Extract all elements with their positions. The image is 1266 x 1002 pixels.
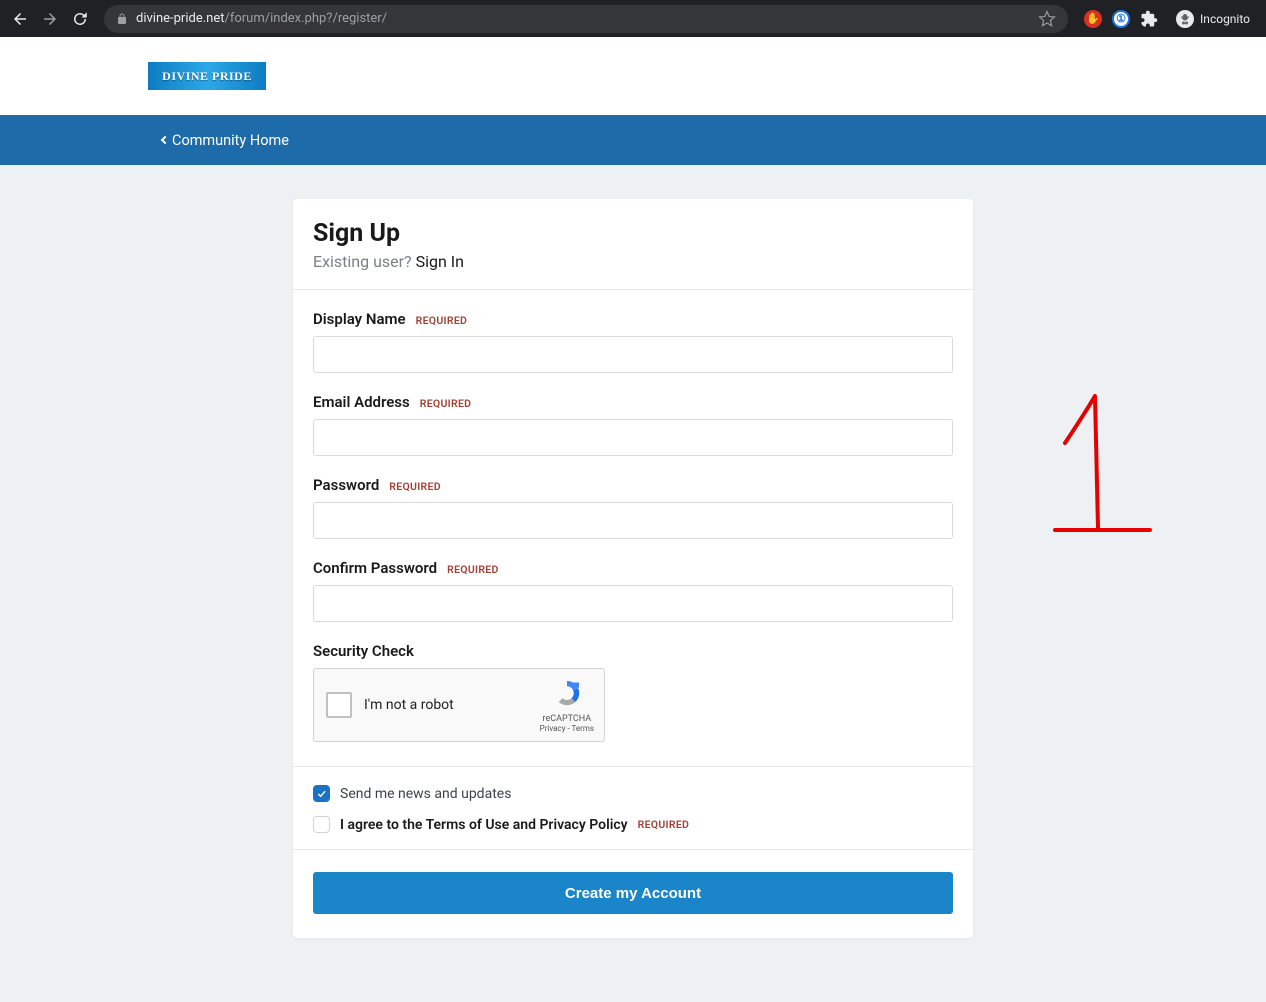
required-badge: REQUIRED — [447, 563, 499, 576]
security-check-label: Security Check — [313, 642, 414, 660]
existing-user-text: Existing user? Sign In — [313, 252, 953, 271]
recaptcha-widget: I'm not a robot reCAPTCHA Privacy - Term… — [313, 668, 605, 742]
back-button[interactable] — [8, 7, 32, 31]
recaptcha-brand: reCAPTCHA — [540, 714, 594, 724]
terms-row: I agree to the Terms of Use and Privacy … — [313, 816, 953, 833]
required-badge: REQUIRED — [416, 314, 468, 327]
confirm-password-field: Confirm Password REQUIRED — [313, 559, 953, 622]
page-title: Sign Up — [313, 219, 953, 248]
recaptcha-logo-icon — [552, 678, 582, 708]
community-home-label: Community Home — [172, 132, 289, 149]
extensions-puzzle-icon[interactable] — [1140, 10, 1158, 28]
required-badge: REQUIRED — [638, 818, 690, 831]
chevron-left-icon — [161, 136, 169, 144]
display-name-input[interactable] — [313, 336, 953, 373]
email-field: Email Address REQUIRED — [313, 393, 953, 456]
community-home-link[interactable]: Community Home — [162, 132, 289, 149]
newsletter-row: Send me news and updates — [313, 785, 953, 802]
email-label: Email Address — [313, 393, 410, 411]
incognito-badge: Incognito — [1168, 10, 1258, 28]
consent-section: Send me news and updates I agree to the … — [293, 766, 973, 850]
extension-icons: ✋ ① — [1080, 10, 1162, 28]
terms-checkbox[interactable] — [313, 816, 330, 833]
bookmark-star-icon[interactable] — [1038, 10, 1056, 28]
reload-button[interactable] — [68, 7, 92, 31]
check-icon — [316, 788, 327, 799]
lock-icon — [116, 13, 128, 25]
display-name-label: Display Name — [313, 310, 406, 328]
extension-ublock-icon[interactable]: ✋ — [1084, 10, 1102, 28]
required-badge: REQUIRED — [389, 480, 441, 493]
reload-icon — [71, 10, 89, 28]
browser-toolbar: divine-pride.net/forum/index.php?/regist… — [0, 0, 1266, 37]
password-label: Password — [313, 476, 379, 494]
newsletter-checkbox[interactable] — [313, 785, 330, 802]
recaptcha-checkbox[interactable] — [326, 692, 352, 718]
display-name-field: Display Name REQUIRED — [313, 310, 953, 373]
privacy-policy-link[interactable]: Privacy Policy — [539, 817, 627, 833]
card-footer: Create my Account — [293, 850, 973, 938]
site-header: DIVINE PRIDE — [0, 37, 1266, 115]
recaptcha-links: Privacy - Terms — [540, 724, 594, 733]
confirm-password-label: Confirm Password — [313, 559, 437, 577]
recaptcha-label: I'm not a robot — [364, 697, 454, 713]
password-input[interactable] — [313, 502, 953, 539]
required-badge: REQUIRED — [420, 397, 472, 410]
create-account-button[interactable]: Create my Account — [313, 872, 953, 914]
confirm-password-input[interactable] — [313, 585, 953, 622]
incognito-label: Incognito — [1200, 12, 1250, 26]
extension-onepassword-icon[interactable]: ① — [1112, 10, 1130, 28]
site-logo[interactable]: DIVINE PRIDE — [148, 62, 266, 90]
arrow-left-icon — [11, 10, 29, 28]
card-header: Sign Up Existing user? Sign In — [293, 199, 973, 290]
url-text: divine-pride.net/forum/index.php?/regist… — [136, 11, 387, 26]
security-check-field: Security Check I'm not a robot reCAPTCHA — [313, 642, 953, 742]
forward-button[interactable] — [38, 7, 62, 31]
terms-of-use-link[interactable]: Terms of Use — [426, 817, 510, 833]
incognito-icon — [1176, 10, 1194, 28]
sign-in-link[interactable]: Sign In — [416, 252, 464, 271]
newsletter-label: Send me news and updates — [340, 786, 511, 802]
secondary-nav: Community Home — [0, 115, 1266, 165]
address-bar[interactable]: divine-pride.net/forum/index.php?/regist… — [104, 5, 1068, 33]
password-field: Password REQUIRED — [313, 476, 953, 539]
card-body: Display Name REQUIRED Email Address REQU… — [293, 290, 973, 766]
terms-label: I agree to the Terms of Use and Privacy … — [340, 817, 628, 833]
main-content: Sign Up Existing user? Sign In Display N… — [0, 165, 1266, 972]
email-input[interactable] — [313, 419, 953, 456]
signup-card: Sign Up Existing user? Sign In Display N… — [293, 199, 973, 938]
arrow-right-icon — [41, 10, 59, 28]
